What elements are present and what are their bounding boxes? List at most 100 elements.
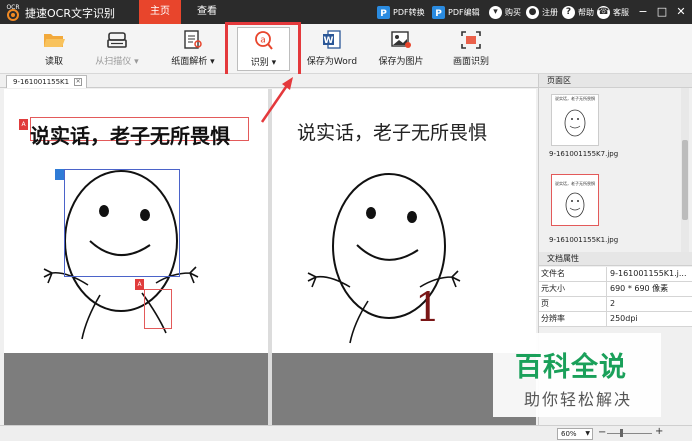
pdf-edit-button[interactable]: P PDF编辑 bbox=[432, 4, 480, 20]
ocr-recognized-text: 说实话，老子无所畏惧 bbox=[30, 124, 230, 148]
save-word-label: 保存为Word bbox=[306, 57, 358, 67]
save-word-button[interactable]: W 保存为Word bbox=[302, 27, 362, 71]
help-label: 帮助 bbox=[578, 7, 594, 17]
zoom-select[interactable]: 60% ▼ bbox=[557, 428, 593, 440]
service-button[interactable]: ☎ 客服 bbox=[597, 4, 629, 20]
document-tab-label: 9-161001155K1 bbox=[13, 78, 70, 86]
layout-analysis-label: 纸面解析 ▾ bbox=[171, 57, 215, 67]
result-figure-drawing: 1 bbox=[307, 173, 461, 344]
watermark: 百科全说 助你轻松解决 bbox=[493, 333, 661, 417]
prop-value: 250dpi bbox=[610, 314, 638, 323]
pdf-convert-label: PDF转换 bbox=[393, 7, 425, 17]
prop-value: 2 bbox=[610, 299, 616, 308]
screen-capture-icon bbox=[461, 31, 481, 49]
document-tab-bar: 9-161001155K1 ✕ bbox=[0, 74, 538, 88]
read-button[interactable]: 读取 bbox=[36, 27, 72, 71]
ocr-image-region[interactable] bbox=[64, 169, 180, 277]
app-logo-icon: OCR bbox=[6, 4, 20, 21]
register-label: 注册 bbox=[542, 7, 558, 17]
zoom-value: 60% bbox=[561, 430, 577, 438]
document-tab-close-icon[interactable]: ✕ bbox=[74, 78, 83, 86]
thumbnail-drawing-2: 说实话，老子无所畏惧 bbox=[555, 180, 595, 218]
image-save-icon bbox=[391, 31, 411, 48]
svg-text:说实话，老子无所畏惧: 说实话，老子无所畏惧 bbox=[555, 95, 595, 101]
svg-text:说实话，老子无所畏惧: 说实话，老子无所畏惧 bbox=[555, 180, 595, 186]
pdf-edit-icon: P bbox=[432, 5, 445, 19]
status-bar: 60% ▼ − + bbox=[0, 425, 692, 441]
prop-row: 文件名 9-161001155K1.j... bbox=[539, 267, 692, 282]
prop-key: 页 bbox=[539, 297, 607, 311]
maximize-button[interactable]: □ bbox=[655, 4, 669, 20]
title-bar: OCR 捷速OCR文字识别 主页 查看 P PDF转换 P PDF编辑 ▾ 购买… bbox=[0, 0, 692, 24]
result-number: 1 bbox=[415, 285, 440, 331]
pages-section-header: 页面区 bbox=[539, 74, 692, 88]
layout-analysis-button[interactable]: 纸面解析 ▾ bbox=[165, 27, 221, 71]
page-thumbnail-1[interactable]: 说实话，老子无所畏惧 bbox=[551, 94, 599, 146]
props-section-header: 文档属性 bbox=[539, 252, 692, 266]
pages-scrollbar-thumb[interactable] bbox=[682, 140, 688, 220]
left-pane-empty-area bbox=[4, 353, 268, 425]
prop-row: 元大小 690 * 690 像素 bbox=[539, 282, 692, 297]
page-thumbnail-1-name: 9-161001155K7.jpg bbox=[549, 150, 619, 158]
close-button[interactable]: ✕ bbox=[674, 4, 688, 20]
pages-scrollbar[interactable] bbox=[681, 88, 689, 254]
prop-value: 9-161001155K1.j... bbox=[610, 269, 687, 278]
svg-text:W: W bbox=[324, 36, 334, 46]
user-icon: ● bbox=[526, 5, 539, 19]
prop-row: 页2 bbox=[539, 297, 692, 312]
help-button[interactable]: ? 帮助 bbox=[562, 4, 594, 20]
zoom-slider-handle[interactable] bbox=[620, 429, 623, 437]
read-label: 读取 bbox=[44, 57, 63, 67]
pdf-edit-label: PDF编辑 bbox=[448, 7, 480, 17]
prop-key: 分辨率 bbox=[539, 312, 607, 326]
watermark-title: 百科全说 bbox=[515, 352, 627, 383]
main-toolbar: 读取 从扫描仪 ▾ 纸面解析 ▾ a 识别 ▾ W 保存为Word 保存为图片 … bbox=[0, 24, 692, 74]
screen-recognize-button[interactable]: 画面识别 bbox=[448, 27, 494, 71]
buy-button[interactable]: ▾ 购买 bbox=[489, 4, 521, 20]
zoom-in-button[interactable]: + bbox=[655, 426, 663, 437]
svg-text:P: P bbox=[380, 9, 387, 19]
thumbnail-drawing-1: 说实话，老子无所畏惧 bbox=[555, 95, 595, 137]
document-analysis-icon bbox=[184, 30, 202, 49]
tab-home[interactable]: 主页 bbox=[139, 0, 181, 24]
page-thumbnail-2[interactable]: 说实话，老子无所畏惧 bbox=[551, 174, 599, 226]
service-label: 客服 bbox=[613, 7, 629, 17]
prop-value: 690 * 690 像素 bbox=[610, 284, 669, 293]
ocr-number-marker[interactable]: A bbox=[135, 279, 144, 290]
word-file-icon: W bbox=[323, 30, 341, 49]
ocr-text-marker[interactable]: A bbox=[19, 119, 28, 130]
screen-recognize-label: 画面识别 bbox=[452, 57, 489, 67]
prop-row: 分辨率 250dpi bbox=[539, 312, 692, 327]
page-thumbnail-2-name: 9-161001155K1.jpg bbox=[549, 236, 619, 244]
scanner-icon bbox=[107, 32, 127, 48]
chevron-down-icon: ▼ bbox=[585, 430, 590, 437]
ocr-image-marker[interactable] bbox=[55, 169, 64, 180]
help-icon: ? bbox=[562, 5, 575, 19]
save-image-label: 保存为图片 bbox=[378, 57, 424, 67]
scan-label: 从扫描仪 ▾ bbox=[95, 57, 139, 67]
original-image-pane[interactable]: A 说实话，老子无所畏惧 A bbox=[4, 89, 268, 425]
document-tab[interactable]: 9-161001155K1 ✕ bbox=[6, 75, 88, 88]
folder-open-icon bbox=[44, 34, 65, 47]
cart-icon: ▾ bbox=[489, 5, 502, 19]
ocr-app-window: OCR 捷速OCR文字识别 主页 查看 P PDF转换 P PDF编辑 ▾ 购买… bbox=[0, 0, 692, 441]
ocr-number-region[interactable] bbox=[144, 289, 172, 329]
app-title: 捷速OCR文字识别 bbox=[25, 7, 115, 20]
tab-view[interactable]: 查看 bbox=[186, 0, 228, 24]
svg-text:P: P bbox=[435, 9, 442, 19]
buy-label: 购买 bbox=[505, 7, 521, 17]
pdf-convert-button[interactable]: P PDF转换 bbox=[377, 4, 425, 20]
zoom-out-button[interactable]: − bbox=[598, 427, 606, 438]
scan-button[interactable]: 从扫描仪 ▾ bbox=[86, 27, 148, 71]
minimize-button[interactable]: − bbox=[636, 4, 650, 20]
prop-key: 元大小 bbox=[539, 282, 607, 296]
zoom-slider-track[interactable] bbox=[607, 433, 652, 434]
register-button[interactable]: ● 注册 bbox=[526, 4, 558, 20]
save-image-button[interactable]: 保存为图片 bbox=[375, 27, 427, 71]
recognize-highlight-box bbox=[225, 22, 301, 77]
document-properties-table: 文件名 9-161001155K1.j... 元大小 690 * 690 像素 页2… bbox=[539, 267, 692, 327]
pdf-convert-icon: P bbox=[377, 5, 390, 19]
phone-icon: ☎ bbox=[597, 5, 610, 19]
watermark-subtitle: 助你轻松解决 bbox=[524, 390, 633, 409]
prop-key: 文件名 bbox=[539, 267, 607, 281]
